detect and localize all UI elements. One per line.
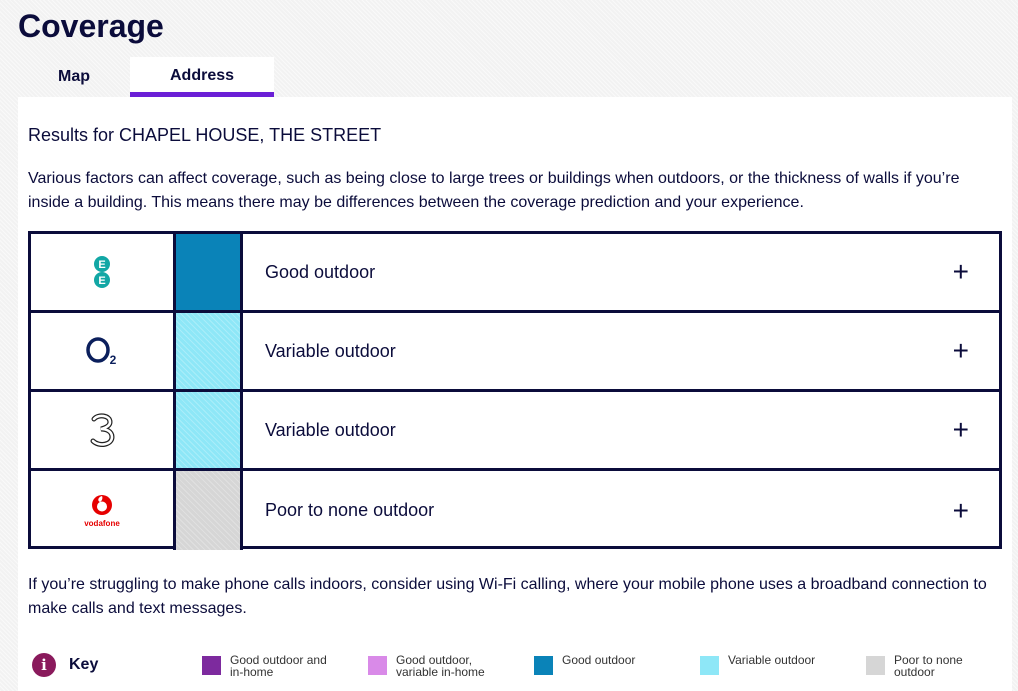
- key-title: Key: [69, 656, 99, 673]
- results-heading: Results for CHAPEL HOUSE, THE STREET: [28, 125, 382, 145]
- wifi-calling-note: If you’re struggling to make phone calls…: [28, 576, 987, 617]
- coverage-label: Good outdoor: [265, 261, 376, 282]
- coverage-swatch: [176, 392, 243, 468]
- key-swatch: [202, 656, 221, 675]
- key-label: Good outdoor: [562, 653, 636, 667]
- key-label: Good outdoor, variable in-home: [396, 653, 485, 679]
- coverage-label-cell: Variable outdoor +: [243, 392, 999, 468]
- svg-text:vodafone: vodafone: [84, 519, 120, 528]
- key-swatch: [368, 656, 387, 675]
- coverage-label-cell: Good outdoor +: [243, 234, 999, 310]
- info-icon: i: [32, 653, 56, 677]
- tab-map[interactable]: Map: [18, 57, 130, 97]
- coverage-label-cell: Variable outdoor +: [243, 313, 999, 389]
- key-label: Poor to none outdoor: [894, 653, 963, 679]
- key-item: Poor to none outdoor: [866, 654, 984, 678]
- operator-logo-cell: [31, 392, 176, 468]
- coverage-table: E E Good outdoor + 2 Variable outdoor + …: [28, 231, 1002, 550]
- coverage-label: Variable outdoor: [265, 419, 396, 440]
- key-label: Good outdoor and in-home: [230, 653, 327, 679]
- key-item: Variable outdoor: [700, 654, 838, 675]
- svg-text:E: E: [98, 259, 105, 271]
- operator-row-three[interactable]: Variable outdoor +: [31, 392, 999, 471]
- key-item: Good outdoor: [534, 654, 672, 675]
- three-logo-icon: [90, 413, 115, 447]
- tab-address[interactable]: Address: [130, 57, 274, 97]
- expand-icon[interactable]: +: [953, 416, 969, 444]
- key-item: Good outdoor and in-home: [202, 654, 340, 678]
- operator-row-vodafone[interactable]: vodafone Poor to none outdoor +: [31, 471, 999, 550]
- coverage-label: Variable outdoor: [265, 340, 396, 361]
- coverage-swatch: [176, 313, 243, 389]
- expand-icon[interactable]: +: [953, 337, 969, 365]
- key-item: Good outdoor, variable in-home: [368, 654, 506, 678]
- coverage-disclaimer: Various factors can affect coverage, suc…: [28, 170, 960, 211]
- operator-logo-cell: E E: [31, 234, 176, 310]
- vodafone-logo-icon: vodafone: [84, 494, 120, 528]
- o2-logo-icon: 2: [86, 337, 117, 366]
- key-swatch: [866, 656, 885, 675]
- ee-logo-icon: E E: [94, 256, 110, 288]
- coverage-label-cell: Poor to none outdoor +: [243, 471, 999, 550]
- operator-row-ee[interactable]: E E Good outdoor +: [31, 234, 999, 313]
- coverage-swatch: [176, 234, 243, 310]
- svg-text:E: E: [98, 275, 105, 287]
- svg-text:2: 2: [110, 353, 117, 366]
- coverage-swatch: [176, 471, 243, 550]
- expand-icon[interactable]: +: [953, 496, 969, 525]
- results-panel: Results for CHAPEL HOUSE, THE STREET Var…: [18, 97, 1012, 691]
- operator-logo-cell: vodafone: [31, 471, 176, 550]
- operator-row-o2[interactable]: 2 Variable outdoor +: [31, 313, 999, 392]
- coverage-label: Poor to none outdoor: [265, 500, 435, 520]
- view-tabs: Map Address: [18, 57, 274, 97]
- page-title: Coverage: [18, 8, 164, 44]
- key-swatch: [700, 656, 719, 675]
- key-swatch: [534, 656, 553, 675]
- coverage-key: i Key Good outdoor and in-home Good outd…: [32, 652, 992, 682]
- coverage-page: Coverage Map Address Results for CHAPEL …: [0, 0, 1018, 691]
- operator-logo-cell: 2: [31, 313, 176, 389]
- expand-icon[interactable]: +: [953, 258, 969, 286]
- key-label: Variable outdoor: [728, 653, 816, 667]
